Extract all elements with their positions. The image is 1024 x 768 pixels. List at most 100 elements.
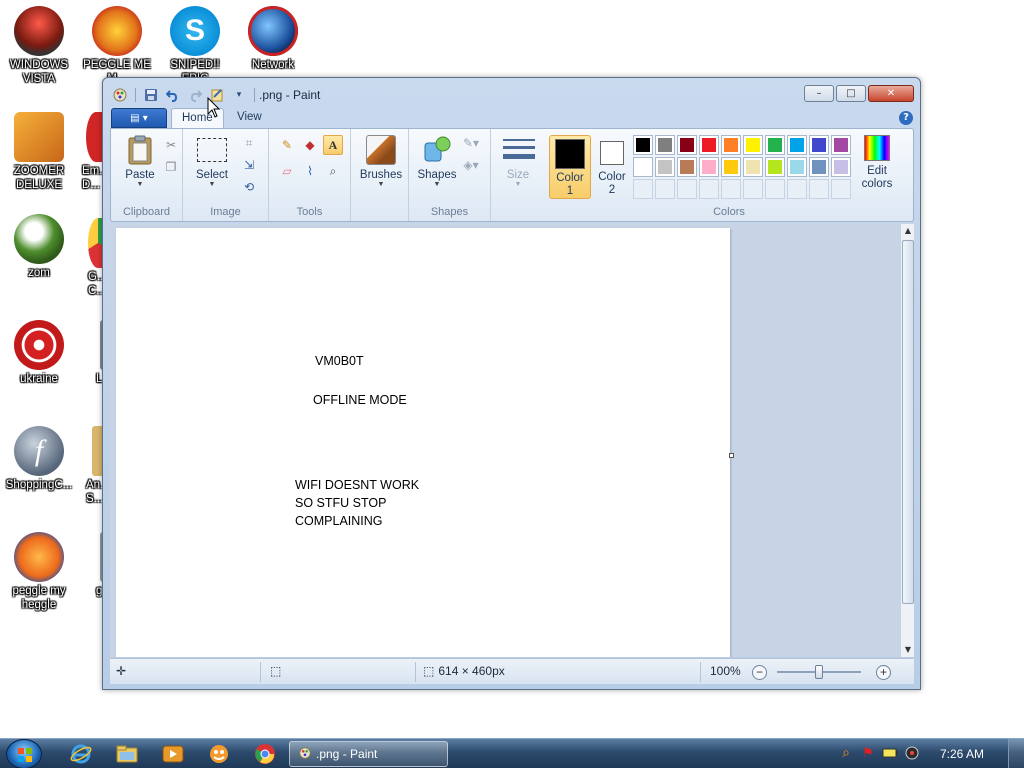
canvas-resize-handle[interactable] bbox=[729, 453, 734, 458]
magnifier-icon[interactable]: ⌕ bbox=[323, 161, 343, 181]
desktop-icon-shoppingc[interactable]: f ShoppingC... bbox=[0, 426, 78, 492]
fill-icon[interactable]: ◆ bbox=[300, 135, 320, 155]
desktop-icon-zom[interactable]: zom bbox=[0, 214, 78, 280]
help-icon[interactable]: ? bbox=[899, 111, 913, 125]
flag-icon[interactable]: ⚑ bbox=[860, 745, 876, 761]
custom-color-slot[interactable] bbox=[787, 179, 807, 199]
shapes-button[interactable]: Shapes ▼ bbox=[413, 133, 461, 195]
desktop-icon-g-c[interactable]: G... C... bbox=[78, 218, 104, 298]
palette-swatch[interactable] bbox=[765, 157, 785, 177]
brushes-button[interactable]: Brushes ▼ bbox=[355, 133, 407, 195]
rotate-icon[interactable]: ⟲ bbox=[239, 177, 259, 197]
palette-swatch[interactable] bbox=[655, 157, 675, 177]
custom-color-slot[interactable] bbox=[655, 179, 675, 199]
palette-swatch[interactable] bbox=[787, 157, 807, 177]
palette-swatch[interactable] bbox=[765, 135, 785, 155]
zoom-out-button[interactable]: − bbox=[752, 665, 767, 680]
desktop-icon-peggle-me[interactable]: PEGGLE ME M... bbox=[78, 6, 156, 86]
zoom-slider-knob[interactable] bbox=[815, 665, 823, 679]
paint-menu-button[interactable]: ▤ ▾ bbox=[111, 108, 167, 128]
size-button[interactable]: Size ▼ bbox=[495, 133, 541, 195]
palette-swatch[interactable] bbox=[809, 157, 829, 177]
desktop-icon-ukraine[interactable]: ukraine bbox=[0, 320, 78, 386]
palette-swatch[interactable] bbox=[743, 157, 763, 177]
taskbar-app-icon[interactable] bbox=[200, 742, 238, 766]
eraser-icon[interactable]: ▱ bbox=[277, 161, 297, 181]
scroll-down-icon[interactable]: ▼ bbox=[901, 643, 915, 657]
custom-color-slot[interactable] bbox=[809, 179, 829, 199]
custom-color-slot[interactable] bbox=[831, 179, 851, 199]
taskbar-ie-icon[interactable] bbox=[62, 742, 100, 766]
palette-swatch[interactable] bbox=[633, 135, 653, 155]
taskbar-paint-task[interactable]: .png - Paint bbox=[289, 741, 448, 767]
palette-swatch[interactable] bbox=[721, 135, 741, 155]
search-tray-icon[interactable]: ⌕ bbox=[838, 745, 854, 761]
clock[interactable]: 7:26 AM bbox=[940, 747, 984, 761]
cut-icon[interactable]: ✂ bbox=[161, 135, 181, 155]
taskbar-media-player-icon[interactable] bbox=[154, 742, 192, 766]
color-picker-icon[interactable]: ⌇ bbox=[300, 161, 320, 181]
minimize-button[interactable]: – bbox=[804, 85, 834, 102]
custom-color-slot[interactable] bbox=[677, 179, 697, 199]
desktop-icon-sniped[interactable]: S SNIPED!! EPIC bbox=[156, 6, 234, 86]
palette-swatch[interactable] bbox=[677, 157, 697, 177]
palette-swatch[interactable] bbox=[743, 135, 763, 155]
taskbar-explorer-icon[interactable] bbox=[108, 742, 146, 766]
custom-color-slot[interactable] bbox=[721, 179, 741, 199]
custom-color-slot[interactable] bbox=[743, 179, 763, 199]
custom-color-slot[interactable] bbox=[633, 179, 653, 199]
show-desktop-button[interactable] bbox=[1008, 739, 1024, 768]
desktop-icon-l[interactable]: L... bbox=[78, 320, 104, 386]
scrollbar-thumb[interactable] bbox=[902, 240, 914, 604]
desktop-icon-windows-vista[interactable]: WINDOWS VISTA bbox=[0, 6, 78, 86]
crop-icon[interactable]: ⌗ bbox=[239, 133, 259, 153]
palette-swatch[interactable] bbox=[699, 157, 719, 177]
redo-icon[interactable] bbox=[186, 86, 204, 104]
palette-swatch[interactable] bbox=[721, 157, 741, 177]
text-icon[interactable]: A bbox=[323, 135, 343, 155]
custom-color-slot[interactable] bbox=[699, 179, 719, 199]
volume-icon[interactable] bbox=[904, 745, 920, 761]
outline-icon[interactable]: ✎▾ bbox=[461, 133, 481, 153]
palette-swatch[interactable] bbox=[699, 135, 719, 155]
palette-swatch[interactable] bbox=[831, 135, 851, 155]
save-icon[interactable] bbox=[142, 86, 160, 104]
title-bar[interactable]: ▾ .png - Paint – □ ✕ bbox=[103, 78, 920, 108]
drawing-canvas[interactable]: VM0B0T OFFLINE MODE WIFI DOESNT WORK SO … bbox=[116, 228, 730, 657]
desktop-icon-peggle-my-heggle[interactable]: peggle my heggle bbox=[0, 532, 78, 612]
desktop-icon-network[interactable]: Network bbox=[234, 6, 312, 72]
undo-icon[interactable] bbox=[164, 86, 182, 104]
desktop-icon-an-s[interactable]: An... S... bbox=[78, 426, 104, 506]
tab-view[interactable]: View bbox=[227, 108, 272, 129]
edit-colors-button[interactable]: Edit colors bbox=[857, 133, 897, 195]
palette-swatch[interactable] bbox=[831, 157, 851, 177]
desktop-icon-g[interactable]: g... bbox=[78, 532, 104, 598]
paste-button[interactable]: Paste ▼ bbox=[117, 133, 163, 195]
shape-fill-icon[interactable]: ◈▾ bbox=[461, 155, 481, 175]
desktop-icon-em[interactable]: Em... D... bbox=[78, 112, 104, 192]
vertical-scrollbar[interactable]: ▲ ▼ bbox=[900, 224, 914, 657]
color2-button[interactable]: Color 2 bbox=[591, 135, 633, 199]
pencil-icon[interactable]: ✎ bbox=[277, 135, 297, 155]
palette-swatch[interactable] bbox=[655, 135, 675, 155]
taskbar-chrome-icon[interactable] bbox=[246, 742, 284, 766]
maximize-button[interactable]: □ bbox=[836, 85, 866, 102]
color1-button[interactable]: Color 1 bbox=[549, 135, 591, 199]
palette-swatch[interactable] bbox=[677, 135, 697, 155]
close-button[interactable]: ✕ bbox=[868, 85, 914, 102]
desktop-icon-zoomer-deluxe[interactable]: ZOOMER DELUXE bbox=[0, 112, 78, 192]
battery-icon[interactable] bbox=[882, 745, 898, 761]
paint-app-icon[interactable] bbox=[111, 86, 129, 104]
select-button[interactable]: Select ▼ bbox=[189, 133, 235, 195]
zoom-slider[interactable] bbox=[777, 665, 861, 679]
palette-swatch[interactable] bbox=[787, 135, 807, 155]
scroll-up-icon[interactable]: ▲ bbox=[901, 224, 915, 238]
palette-swatch[interactable] bbox=[809, 135, 829, 155]
start-button[interactable] bbox=[6, 739, 42, 768]
palette-swatch[interactable] bbox=[633, 157, 653, 177]
dropdown-icon[interactable]: ▾ bbox=[230, 86, 248, 104]
resize-icon[interactable]: ⇲ bbox=[239, 155, 259, 175]
zoom-in-button[interactable]: + bbox=[876, 665, 891, 680]
copy-icon[interactable]: ❐ bbox=[161, 157, 181, 177]
custom-color-slot[interactable] bbox=[765, 179, 785, 199]
